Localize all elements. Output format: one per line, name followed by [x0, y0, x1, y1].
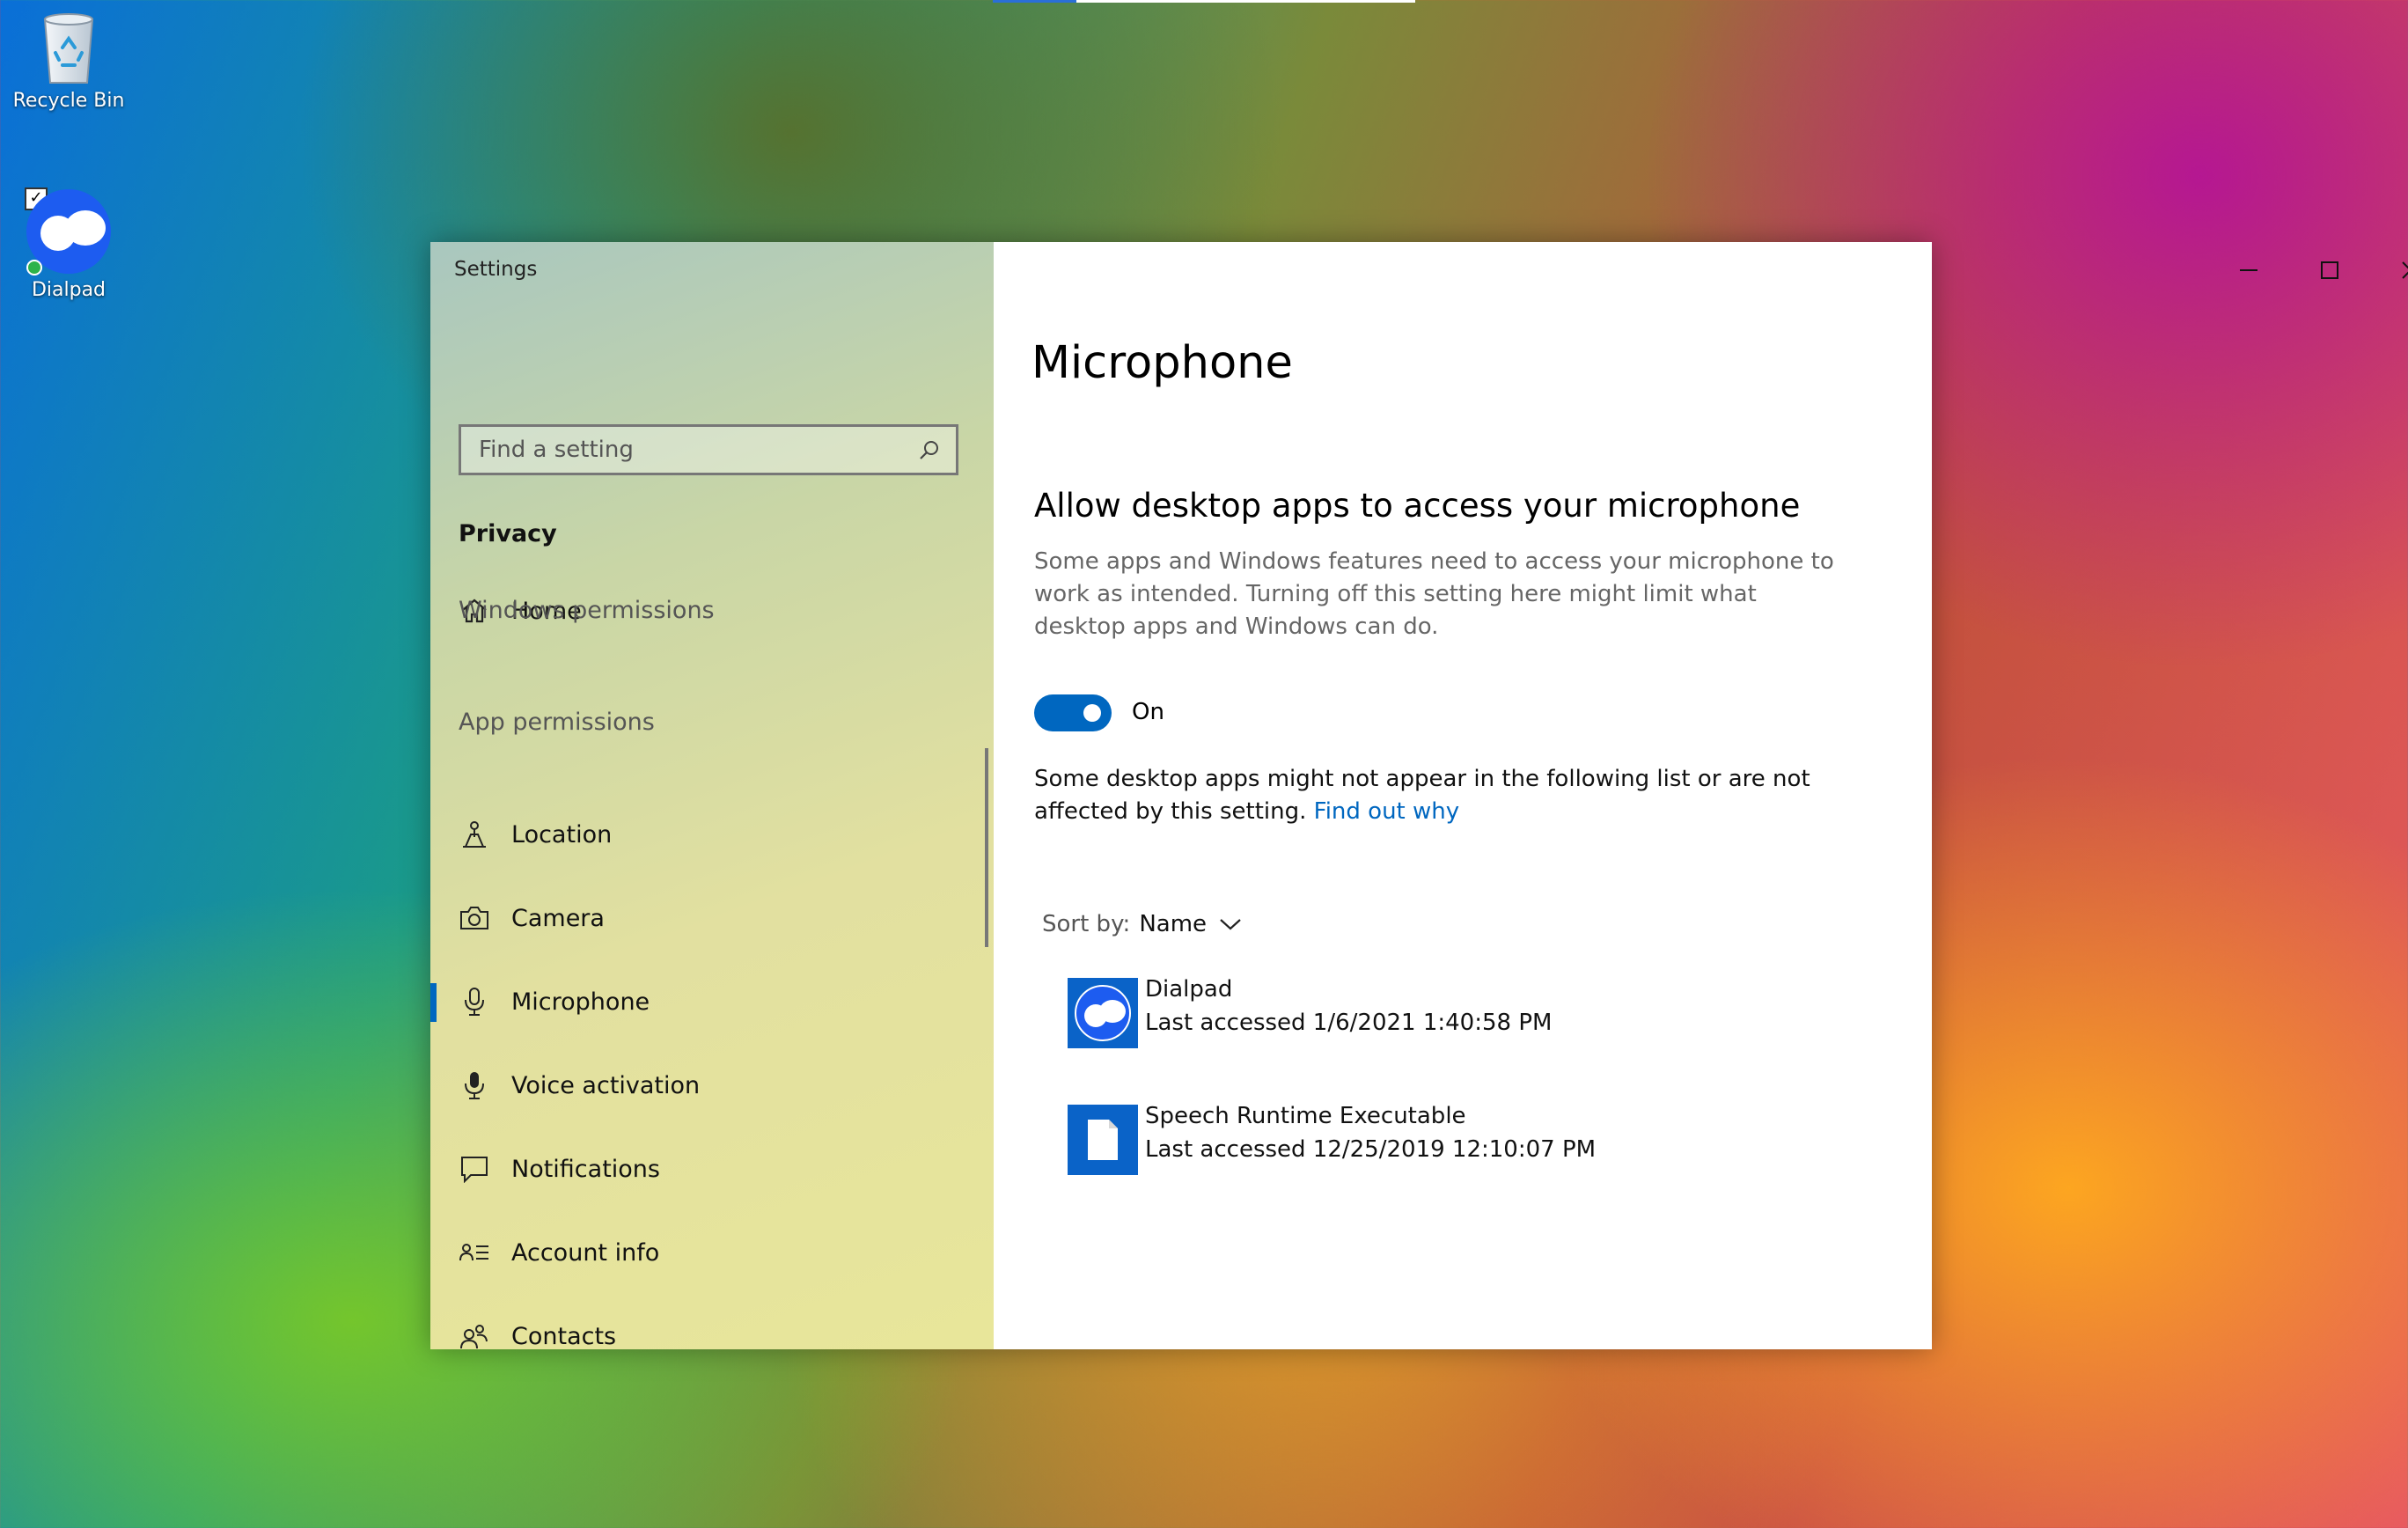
- toggle-state-label: On: [1132, 699, 1164, 725]
- microphone-icon: [457, 987, 492, 1017]
- app-tile: [1068, 1105, 1138, 1175]
- sync-status-icon: [26, 260, 42, 275]
- close-icon: [2402, 261, 2408, 279]
- section-app-permissions: App permissions: [459, 709, 655, 736]
- minimize-icon: [2240, 269, 2258, 271]
- voice-activation-icon: [457, 1070, 492, 1100]
- sidebar-item-label: Microphone: [511, 988, 650, 1016]
- chevron-down-icon: [1219, 911, 1242, 937]
- sidebar-item-voice-activation[interactable]: Voice activation: [430, 1054, 994, 1116]
- maximize-icon: [2321, 261, 2338, 279]
- search-box[interactable]: [459, 424, 958, 475]
- maximize-button[interactable]: [2289, 242, 2370, 298]
- sort-value: Name: [1139, 911, 1208, 937]
- desktop-icon-recycle-bin[interactable]: Recycle Bin: [7, 9, 130, 112]
- sidebar-item-label: Account info: [511, 1238, 660, 1267]
- camera-icon: [457, 906, 492, 930]
- app-name: Dialpad: [1145, 976, 1233, 1003]
- settings-window: Settings Home Privacy Windows permission…: [430, 242, 2408, 1350]
- settings-content: Microphone Allow desktop apps to access …: [994, 242, 2408, 1349]
- sidebar-item-microphone[interactable]: Microphone: [430, 971, 994, 1032]
- app-name: Speech Runtime Executable: [1145, 1103, 1466, 1129]
- section-heading: Allow desktop apps to access your microp…: [1034, 487, 1801, 525]
- notifications-icon: [457, 1155, 492, 1183]
- app-tile: [1068, 978, 1138, 1048]
- sidebar-item-label: Contacts: [511, 1322, 617, 1350]
- contacts-icon: [457, 1323, 492, 1349]
- sidebar-item-label: Location: [511, 820, 613, 848]
- search-input[interactable]: [461, 436, 912, 464]
- list-item: Dialpad Last accessed 1/6/2021 1:40:58 P…: [1068, 973, 1552, 1048]
- desktop-icon-label: Dialpad: [31, 279, 106, 301]
- section-privacy: Privacy: [459, 520, 557, 547]
- app-last-accessed: Last accessed 12/25/2019 12:10:07 PM: [1145, 1136, 1597, 1163]
- settings-sidebar: Settings Home Privacy Windows permission…: [430, 242, 994, 1350]
- sidebar-item-contacts[interactable]: Contacts: [430, 1305, 994, 1367]
- desktop-apps-toggle[interactable]: [1034, 694, 1112, 731]
- file-icon: [1088, 1120, 1118, 1160]
- sidebar-item-notifications[interactable]: Notifications: [430, 1138, 994, 1200]
- sidebar-item-label: Camera: [511, 904, 605, 932]
- recycle-bin-icon: [38, 9, 99, 84]
- account-info-icon: [457, 1241, 492, 1264]
- app-last-accessed: Last accessed 1/6/2021 1:40:58 PM: [1145, 1010, 1553, 1036]
- section-description: Some apps and Windows features need to a…: [1034, 548, 1834, 640]
- location-icon: [457, 819, 492, 849]
- desktop-apps-note: Some desktop apps might not appear in th…: [1034, 763, 1853, 828]
- desktop-icon-dialpad[interactable]: ✓ Dialpad: [7, 187, 130, 301]
- list-item: Speech Runtime Executable Last accessed …: [1068, 1099, 1596, 1175]
- find-out-why-link[interactable]: Find out why: [1314, 798, 1460, 825]
- sidebar-item-location[interactable]: Location: [430, 804, 994, 865]
- sidebar-scrollbar[interactable]: [985, 748, 988, 947]
- section-windows-permissions: Windows permissions: [459, 597, 715, 624]
- close-button[interactable]: [2370, 242, 2408, 298]
- window-title: Settings: [454, 258, 538, 281]
- sort-label: Sort by:: [1042, 911, 1131, 937]
- toggle-knob: [1083, 704, 1101, 722]
- sidebar-item-label: Notifications: [511, 1155, 660, 1183]
- sidebar-item-label: Voice activation: [511, 1071, 701, 1099]
- sort-dropdown[interactable]: Sort by: Name: [1042, 911, 1242, 937]
- page-title: Microphone: [1031, 337, 1293, 389]
- dialpad-app-icon: [1075, 985, 1131, 1041]
- taskbar-peek-strip: [993, 0, 1415, 3]
- minimize-button[interactable]: [2208, 242, 2289, 298]
- sidebar-item-camera[interactable]: Camera: [430, 887, 994, 949]
- search-icon[interactable]: [912, 438, 947, 461]
- desktop-icon-label: Recycle Bin: [12, 90, 125, 112]
- sidebar-item-account-info[interactable]: Account info: [430, 1222, 994, 1283]
